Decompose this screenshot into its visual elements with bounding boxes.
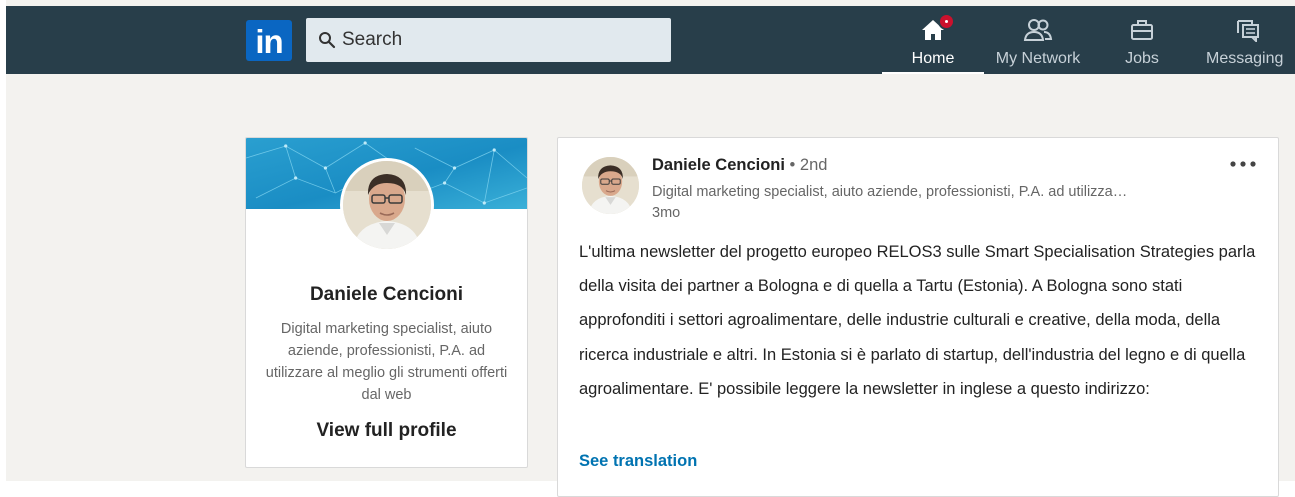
messaging-icon bbox=[1236, 20, 1259, 42]
nav-home[interactable]: Home bbox=[882, 6, 984, 74]
profile-photo bbox=[343, 161, 431, 249]
separator-dot: • bbox=[784, 156, 800, 174]
people-icon bbox=[1023, 19, 1053, 41]
post-author-headline: Digital marketing specialist, aiuto azie… bbox=[652, 184, 1128, 200]
linkedin-logo[interactable]: in bbox=[246, 20, 292, 61]
see-translation-link[interactable]: See translation bbox=[579, 452, 697, 471]
connection-degree: 2nd bbox=[799, 156, 828, 174]
post-author-avatar[interactable] bbox=[582, 157, 639, 214]
nav-jobs[interactable]: Jobs bbox=[1104, 6, 1180, 74]
profile-card: Daniele Cencioni Digital marketing speci… bbox=[245, 137, 528, 468]
briefcase-icon bbox=[1131, 20, 1153, 40]
view-full-profile-link[interactable]: View full profile bbox=[246, 420, 527, 442]
profile-avatar[interactable] bbox=[340, 158, 434, 252]
profile-name[interactable]: Daniele Cencioni bbox=[246, 284, 527, 306]
nav-messaging-label: Messaging bbox=[1206, 50, 1284, 67]
notification-badge bbox=[938, 13, 955, 30]
top-navbar: in Home My Network Jobs bbox=[6, 6, 1295, 74]
post-timestamp: 3mo bbox=[652, 205, 681, 221]
nav-home-label: Home bbox=[911, 50, 955, 67]
search-icon bbox=[319, 32, 336, 49]
post-author-line: Daniele Cencioni • 2nd bbox=[652, 156, 827, 175]
nav-jobs-label: Jobs bbox=[1125, 50, 1159, 67]
nav-my-network[interactable]: My Network bbox=[988, 6, 1088, 74]
profile-headline: Digital marketing specialist, aiuto azie… bbox=[265, 321, 508, 403]
nav-my-network-label: My Network bbox=[995, 50, 1081, 67]
post-author-name[interactable]: Daniele Cencioni bbox=[652, 156, 785, 174]
more-options-icon[interactable] bbox=[1228, 154, 1258, 174]
search-input[interactable] bbox=[342, 18, 662, 62]
feed-post: Daniele Cencioni • 2nd Digital marketing… bbox=[557, 137, 1279, 497]
search-box[interactable] bbox=[306, 18, 671, 62]
author-photo bbox=[582, 157, 639, 214]
post-text: L'ultima newsletter del progetto europeo… bbox=[579, 243, 1256, 398]
nav-messaging[interactable]: Messaging bbox=[1200, 6, 1295, 74]
